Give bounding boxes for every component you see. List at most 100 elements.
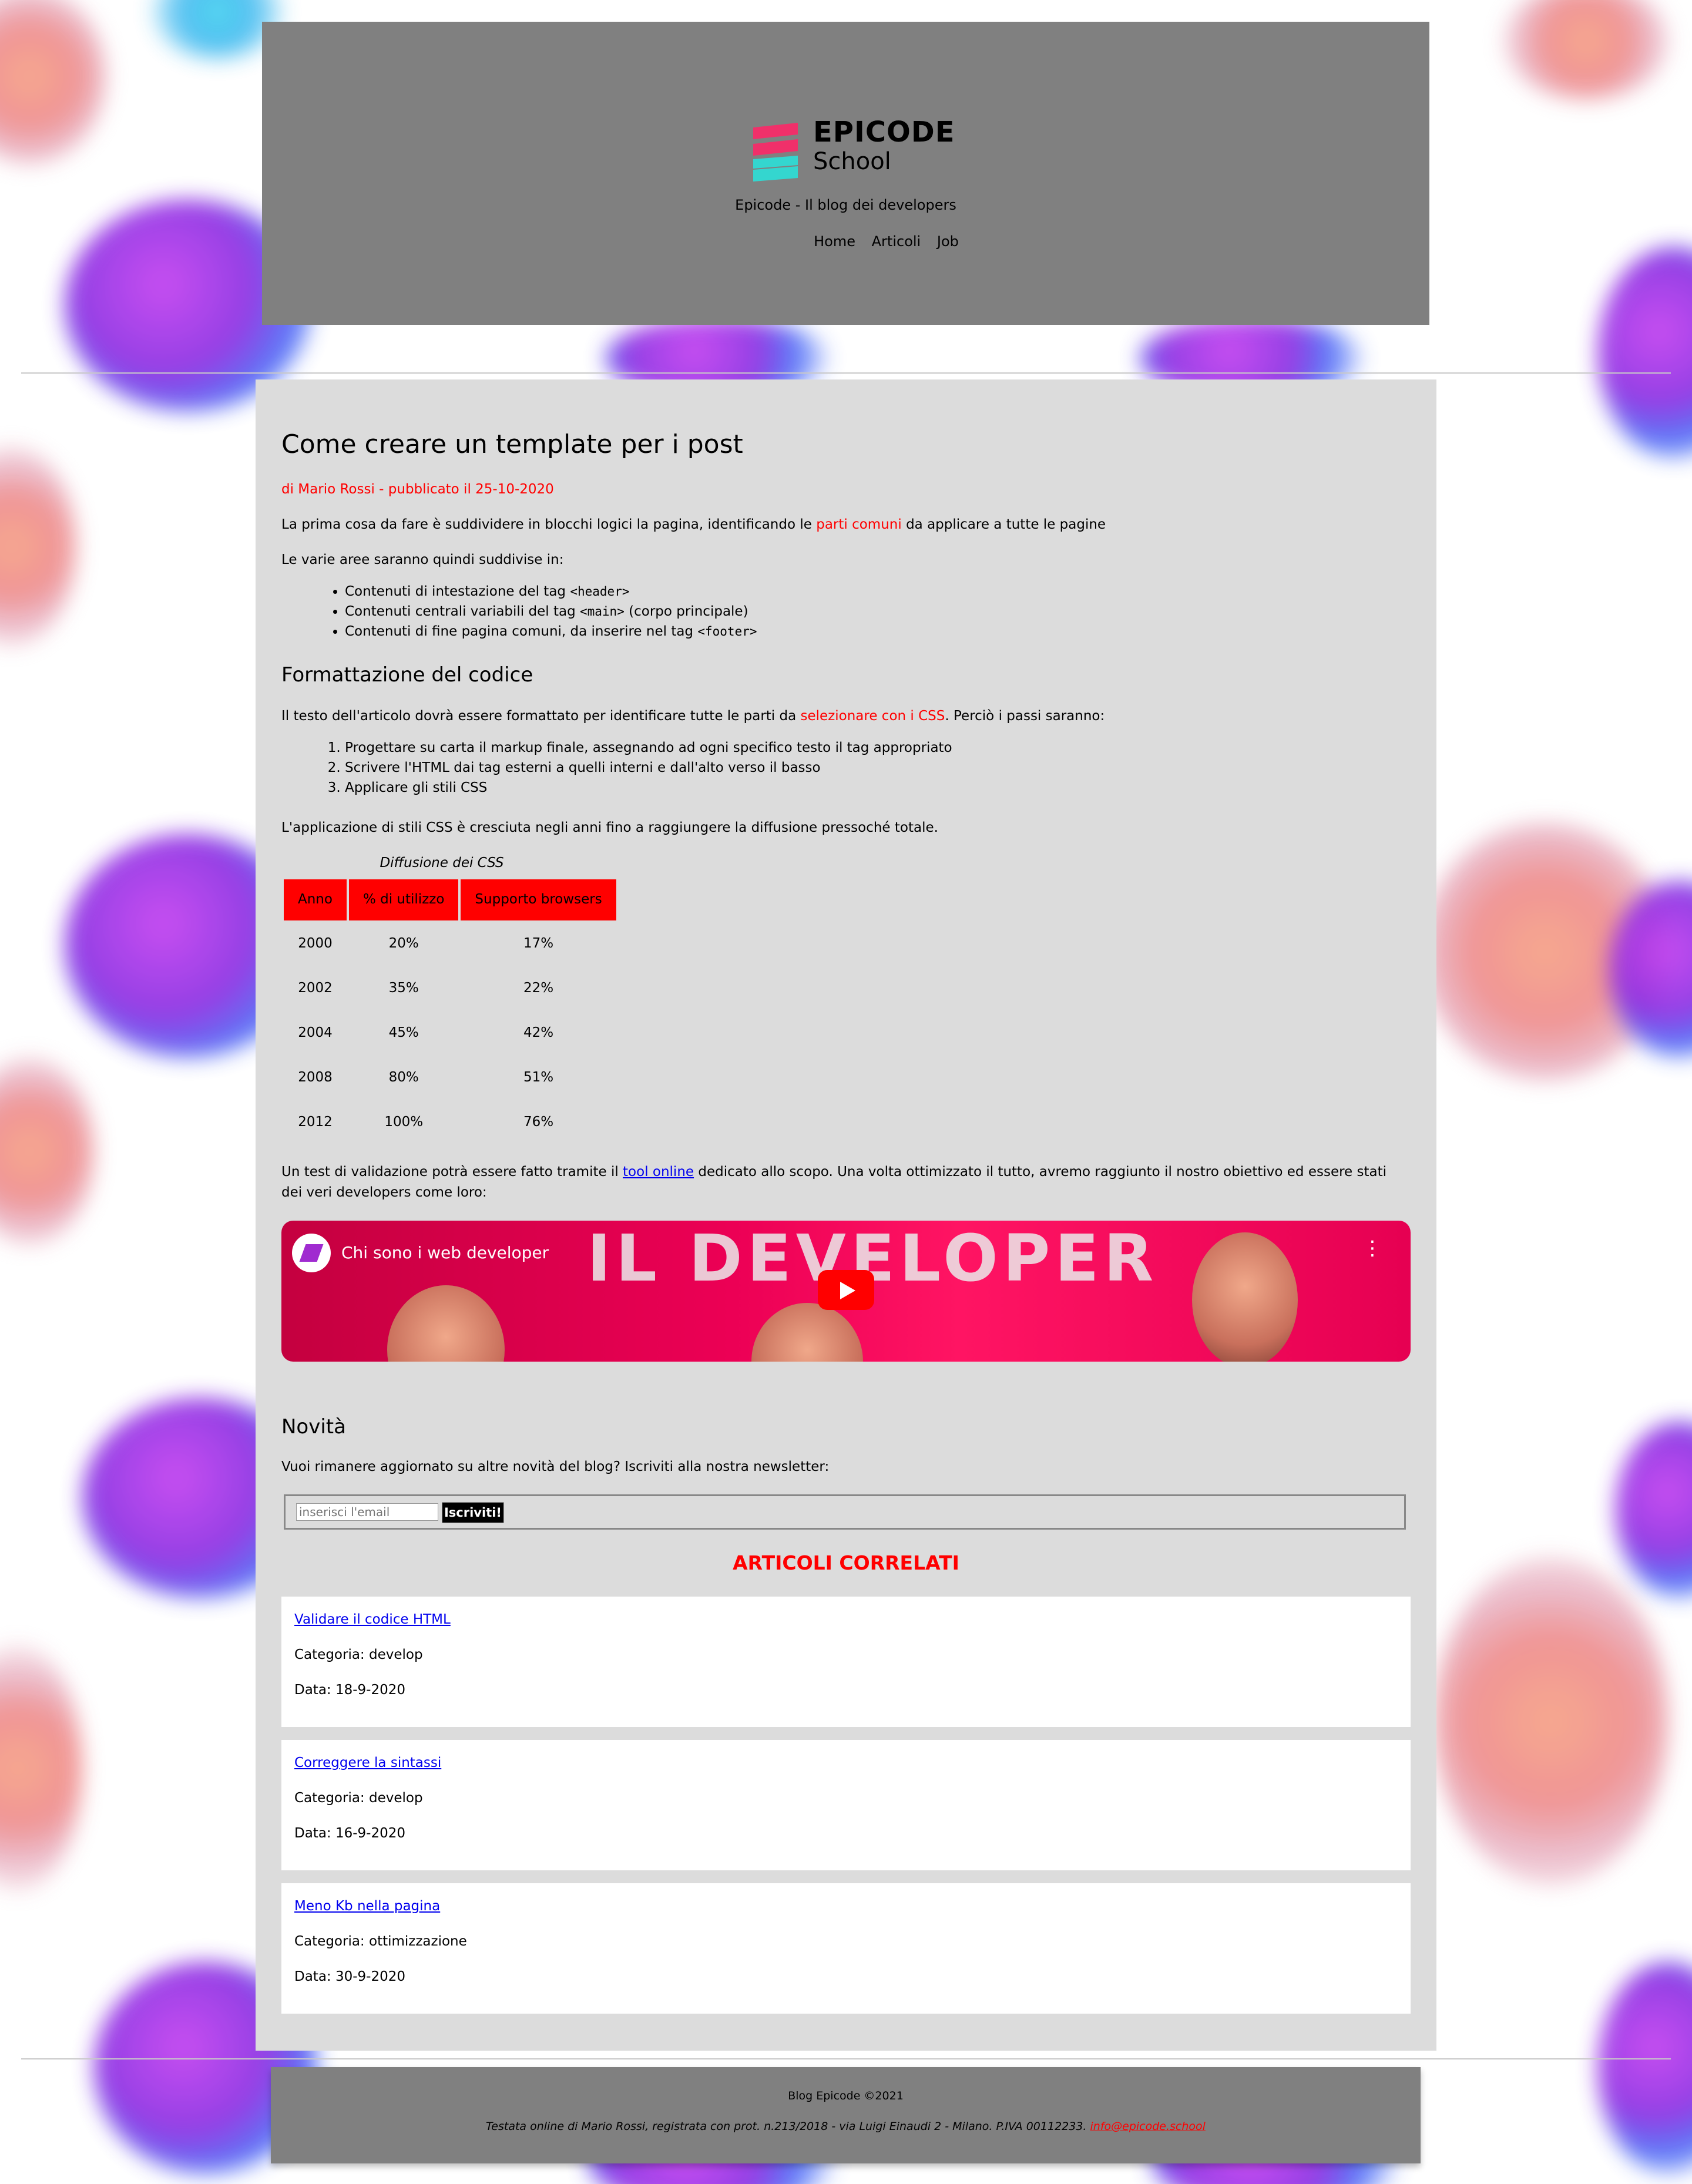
related-articles-heading: ARTICOLI CORRELATI	[733, 1551, 959, 1574]
site-header: EPICODE School Epicode - Il blog dei dev…	[262, 22, 1429, 325]
video-title[interactable]: Chi sono i web developer	[341, 1241, 549, 1265]
highlight-parti-comuni: parti comuni	[816, 517, 902, 532]
related-article-card: Correggere la sintassi Categoria: develo…	[281, 1740, 1411, 1870]
steps-list: Progettare su carta il markup finale, as…	[281, 738, 1411, 798]
youtube-video-embed[interactable]: IL DEVELOPER Chi sono i web developer ⋮	[281, 1221, 1411, 1362]
list-item: Applicare gli stili CSS	[345, 778, 1411, 798]
top-divider	[21, 372, 1671, 374]
article-byline: di Mario Rossi - pubblicato il 25-10-202…	[281, 482, 554, 497]
epicode-logo-mark-icon	[753, 123, 798, 182]
list-item: Contenuti centrali variabili del tag <ma…	[345, 602, 1411, 621]
bottom-divider	[21, 2058, 1671, 2059]
table-row: 2012 100% 76%	[284, 1101, 616, 1144]
related-article-link[interactable]: Validare il codice HTML	[294, 1612, 451, 1627]
newsletter-email-input[interactable]	[296, 1503, 438, 1521]
data-table: Anno % di utilizzo Supporto browsers 200…	[281, 877, 619, 1146]
table-row: 2004 45% 42%	[284, 1012, 616, 1054]
main-nav: Home Articoli Job	[262, 233, 1429, 250]
code-main-tag: <main>	[579, 604, 625, 619]
subscribe-button[interactable]: Iscriviti!	[442, 1502, 504, 1523]
table-caption: Diffusione dei CSS	[380, 855, 504, 871]
footer-legal-text: Testata online di Mario Rossi, registrat…	[486, 2120, 1090, 2133]
code-header-tag: <header>	[570, 584, 630, 599]
related-article-link[interactable]: Meno Kb nella pagina	[294, 1899, 440, 1914]
paragraph-text: Il testo dell'articolo dovrà essere form…	[281, 708, 801, 724]
video-face-thumbnail	[1192, 1232, 1298, 1362]
table-cell: 80%	[388, 1070, 419, 1086]
related-article-card: Validare il codice HTML Categoria: devel…	[281, 1597, 1411, 1727]
list-item: Scrivere l'HTML dai tag esterni a quelli…	[345, 758, 1411, 778]
table-cell: 2000	[298, 936, 333, 952]
css-diffusion-table: Diffusione dei CSS Anno % di utilizzo Su…	[281, 853, 619, 1146]
article-paragraph-4: L'applicazione di stili CSS è cresciuta …	[281, 820, 938, 835]
site-footer: Blog Epicode ©2021 Testata online di Mar…	[271, 2067, 1421, 2163]
table-cell: 20%	[388, 936, 419, 952]
newsletter-form: Iscriviti!	[284, 1494, 1406, 1530]
paragraph-text: . Perciò i passi saranno:	[945, 708, 1105, 724]
list-item-text: (corpo principale)	[624, 604, 748, 619]
code-footer-tag: <footer>	[697, 624, 757, 639]
related-article-date: Data: 18-9-2020	[294, 1682, 406, 1698]
related-article-link[interactable]: Correggere la sintassi	[294, 1755, 441, 1770]
channel-avatar-icon[interactable]	[292, 1234, 331, 1272]
nav-link-articoli[interactable]: Articoli	[872, 233, 921, 250]
list-item-text: Contenuti di fine pagina comuni, da inse…	[345, 624, 698, 639]
article-paragraph-5: Un test di validazione potrà essere fatt…	[281, 1162, 1411, 1202]
table-cell: 100%	[384, 1114, 424, 1130]
paragraph-text: Un test di validazione potrà essere fatt…	[281, 1164, 623, 1180]
logo-brand-text: EPICODE	[813, 116, 955, 149]
related-article-category: Categoria: ottimizzazione	[294, 1934, 467, 1949]
related-article-date: Data: 16-9-2020	[294, 1826, 406, 1841]
related-article-category: Categoria: develop	[294, 1790, 423, 1806]
table-row: 2002 35% 22%	[284, 967, 616, 1010]
footer-legal: Testata online di Mario Rossi, registrat…	[271, 2120, 1421, 2133]
table-cell: 35%	[388, 980, 419, 996]
logo-sub-text: School	[813, 148, 891, 175]
article-title: Come creare un template per i post	[281, 429, 743, 459]
section-heading-formattazione: Formattazione del codice	[281, 663, 533, 687]
main-content: Come creare un template per i post di Ma…	[256, 379, 1436, 2051]
footer-copyright: Blog Epicode ©2021	[788, 2089, 904, 2102]
areas-list: Contenuti di intestazione del tag <heade…	[281, 582, 1411, 641]
list-item: Progettare su carta il markup finale, as…	[345, 738, 1411, 758]
paragraph-text: La prima cosa da fare è suddividere in b…	[281, 517, 817, 532]
article-paragraph-1: La prima cosa da fare è suddividere in b…	[281, 515, 1411, 535]
video-face-thumbnail	[751, 1303, 863, 1362]
table-cell: 76%	[523, 1114, 554, 1130]
table-cell: 42%	[523, 1025, 554, 1041]
more-options-icon[interactable]: ⋮	[1362, 1238, 1382, 1258]
article-paragraph-2: Le varie aree saranno quindi suddivise i…	[281, 552, 564, 567]
table-cell: 2008	[298, 1070, 333, 1086]
nav-link-job[interactable]: Job	[937, 233, 959, 250]
nav-link-home[interactable]: Home	[814, 233, 855, 250]
list-item: Contenuti di intestazione del tag <heade…	[345, 582, 1411, 602]
table-cell: 2004	[298, 1025, 333, 1041]
news-heading: Novità	[281, 1415, 346, 1439]
table-cell: 2002	[298, 980, 333, 996]
video-face-thumbnail	[387, 1285, 505, 1362]
footer-email-link[interactable]: info@epicode.school	[1090, 2120, 1206, 2133]
related-article-date: Data: 30-9-2020	[294, 1969, 406, 1984]
related-article-card: Meno Kb nella pagina Categoria: ottimizz…	[281, 1883, 1411, 2014]
epicode-logo[interactable]: EPICODE School	[753, 99, 955, 182]
table-header-row: Anno % di utilizzo Supporto browsers	[284, 879, 616, 920]
table-cell: 17%	[523, 936, 554, 952]
table-cell: 45%	[388, 1025, 419, 1041]
column-header-anno: Anno	[284, 879, 347, 920]
list-item-text: Contenuti di intestazione del tag	[345, 584, 570, 599]
list-item: Contenuti di fine pagina comuni, da inse…	[345, 621, 1411, 641]
table-cell: 22%	[523, 980, 554, 996]
news-text: Vuoi rimanere aggiornato su altre novità…	[281, 1459, 830, 1474]
list-item-text: Contenuti centrali variabili del tag	[345, 604, 580, 619]
highlight-selezionare-css: selezionare con i CSS	[800, 708, 945, 724]
tool-online-link[interactable]: tool online	[623, 1164, 694, 1180]
site-tagline: Epicode - Il blog dei developers	[735, 197, 956, 213]
column-header-supporto: Supporto browsers	[461, 879, 616, 920]
column-header-utilizzo: % di utilizzo	[348, 879, 459, 920]
article-paragraph-3: Il testo dell'articolo dovrà essere form…	[281, 706, 1411, 727]
related-article-category: Categoria: develop	[294, 1647, 423, 1662]
play-button-icon[interactable]	[818, 1270, 874, 1310]
table-row: 2000 20% 17%	[284, 923, 616, 965]
table-cell: 2012	[298, 1114, 333, 1130]
table-row: 2008 80% 51%	[284, 1057, 616, 1099]
